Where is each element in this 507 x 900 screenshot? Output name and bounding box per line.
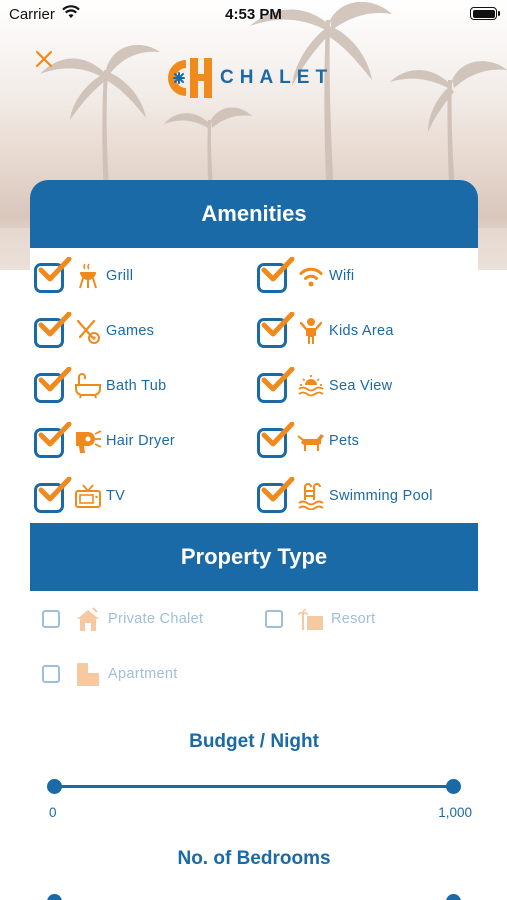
filter-card: Amenities Grill Wifi Games Kids Area Bat…	[30, 180, 478, 900]
clock: 4:53 PM	[225, 6, 282, 23]
checkbox-checked[interactable]	[257, 312, 295, 348]
checkmark-icon	[261, 367, 295, 392]
checkmark-icon	[261, 257, 295, 282]
checkbox-unchecked[interactable]	[42, 610, 60, 628]
amenity-label: Hair Dryer	[106, 433, 176, 449]
checkbox-unchecked[interactable]	[265, 610, 283, 628]
budget-max-value: 1,000	[438, 805, 472, 820]
slider-track	[54, 785, 454, 788]
property-type-private-chalet[interactable]: Private Chalet	[42, 604, 203, 634]
checkmark-icon	[38, 422, 72, 447]
sea-view-icon	[297, 372, 325, 400]
checkbox-checked[interactable]	[257, 477, 295, 513]
amenity-label: Sea View	[329, 378, 393, 394]
close-button[interactable]	[32, 47, 56, 71]
amenity-bath-tub[interactable]: Bath Tub	[34, 366, 166, 406]
checkbox-checked[interactable]	[34, 367, 72, 403]
amenity-label: TV	[106, 488, 126, 504]
budget-range-slider[interactable]	[47, 777, 461, 797]
checkbox-checked[interactable]	[34, 257, 72, 293]
amenity-swimming-pool[interactable]: Swimming Pool	[257, 476, 433, 516]
checkbox-checked[interactable]	[257, 422, 295, 458]
checkmark-icon	[261, 477, 295, 502]
slider-max-handle[interactable]	[446, 894, 461, 900]
battery-icon	[470, 7, 500, 20]
amenity-tv[interactable]: TV	[34, 476, 125, 516]
checkmark-icon	[261, 422, 295, 447]
property-type-title: Property Type	[180, 544, 328, 569]
hair-dryer-icon	[74, 427, 102, 455]
checkbox-checked[interactable]	[257, 257, 295, 293]
budget-min-value: 0	[49, 805, 57, 820]
chalet-logo-icon	[167, 58, 212, 98]
checkmark-icon	[38, 312, 72, 337]
resort-icon	[297, 605, 325, 633]
amenity-pets[interactable]: Pets	[257, 421, 359, 461]
bedrooms-range-slider[interactable]	[47, 892, 461, 900]
brand-logo: CHALET	[162, 54, 333, 102]
grill-icon	[74, 262, 102, 290]
apartment-icon	[74, 660, 102, 688]
brand-name: CHALET	[220, 67, 334, 88]
amenity-label: Pets	[329, 433, 360, 449]
checkmark-icon	[261, 312, 295, 337]
amenity-label: Games	[106, 323, 155, 339]
amenity-label: Bath Tub	[106, 378, 167, 394]
chalet-icon	[74, 605, 102, 633]
amenity-games[interactable]: Games	[34, 311, 154, 351]
amenities-title: Amenities	[201, 201, 307, 226]
kids-area-icon	[297, 317, 325, 345]
checkbox-checked[interactable]	[34, 477, 72, 513]
slider-min-handle[interactable]	[47, 894, 62, 900]
slider-max-handle[interactable]	[446, 779, 461, 794]
property-type-header: Property Type	[30, 523, 478, 591]
tv-icon	[74, 482, 102, 510]
amenity-hair-dryer[interactable]: Hair Dryer	[34, 421, 175, 461]
checkmark-icon	[38, 477, 72, 502]
checkbox-checked[interactable]	[34, 312, 72, 348]
checkbox-unchecked[interactable]	[42, 665, 60, 683]
amenity-label: Wifi	[329, 268, 355, 284]
amenity-sea-view[interactable]: Sea View	[257, 366, 392, 406]
swimming-pool-icon	[297, 482, 325, 510]
amenity-kids-area[interactable]: Kids Area	[257, 311, 394, 351]
amenity-label: Swimming Pool	[329, 488, 433, 504]
bath-tub-icon	[74, 372, 102, 400]
property-type-resort[interactable]: Resort	[265, 604, 376, 634]
filter-screen: Carrier 4:53 PM CHALET Amenities Grill W…	[0, 0, 507, 900]
property-type-apartment[interactable]: Apartment	[42, 659, 178, 689]
checkbox-checked[interactable]	[257, 367, 295, 403]
budget-title: Budget / Night	[189, 731, 319, 752]
amenity-label: Grill	[106, 268, 134, 284]
amenity-grill[interactable]: Grill	[34, 256, 133, 296]
games-icon	[74, 317, 102, 345]
property-type-label: Apartment	[108, 666, 178, 682]
amenity-label: Kids Area	[329, 323, 394, 339]
status-bar: Carrier 4:53 PM	[0, 0, 507, 28]
amenities-header: Amenities	[30, 180, 478, 248]
property-type-label: Resort	[331, 611, 376, 627]
pets-icon	[297, 427, 325, 455]
slider-min-handle[interactable]	[47, 779, 62, 794]
checkbox-checked[interactable]	[34, 422, 72, 458]
checkmark-icon	[38, 257, 72, 282]
property-type-label: Private Chalet	[108, 611, 204, 627]
bedrooms-title: No. of Bedrooms	[177, 848, 331, 869]
close-icon	[35, 50, 53, 68]
wifi-icon	[297, 262, 325, 290]
amenity-wifi[interactable]: Wifi	[257, 256, 354, 296]
checkmark-icon	[38, 367, 72, 392]
